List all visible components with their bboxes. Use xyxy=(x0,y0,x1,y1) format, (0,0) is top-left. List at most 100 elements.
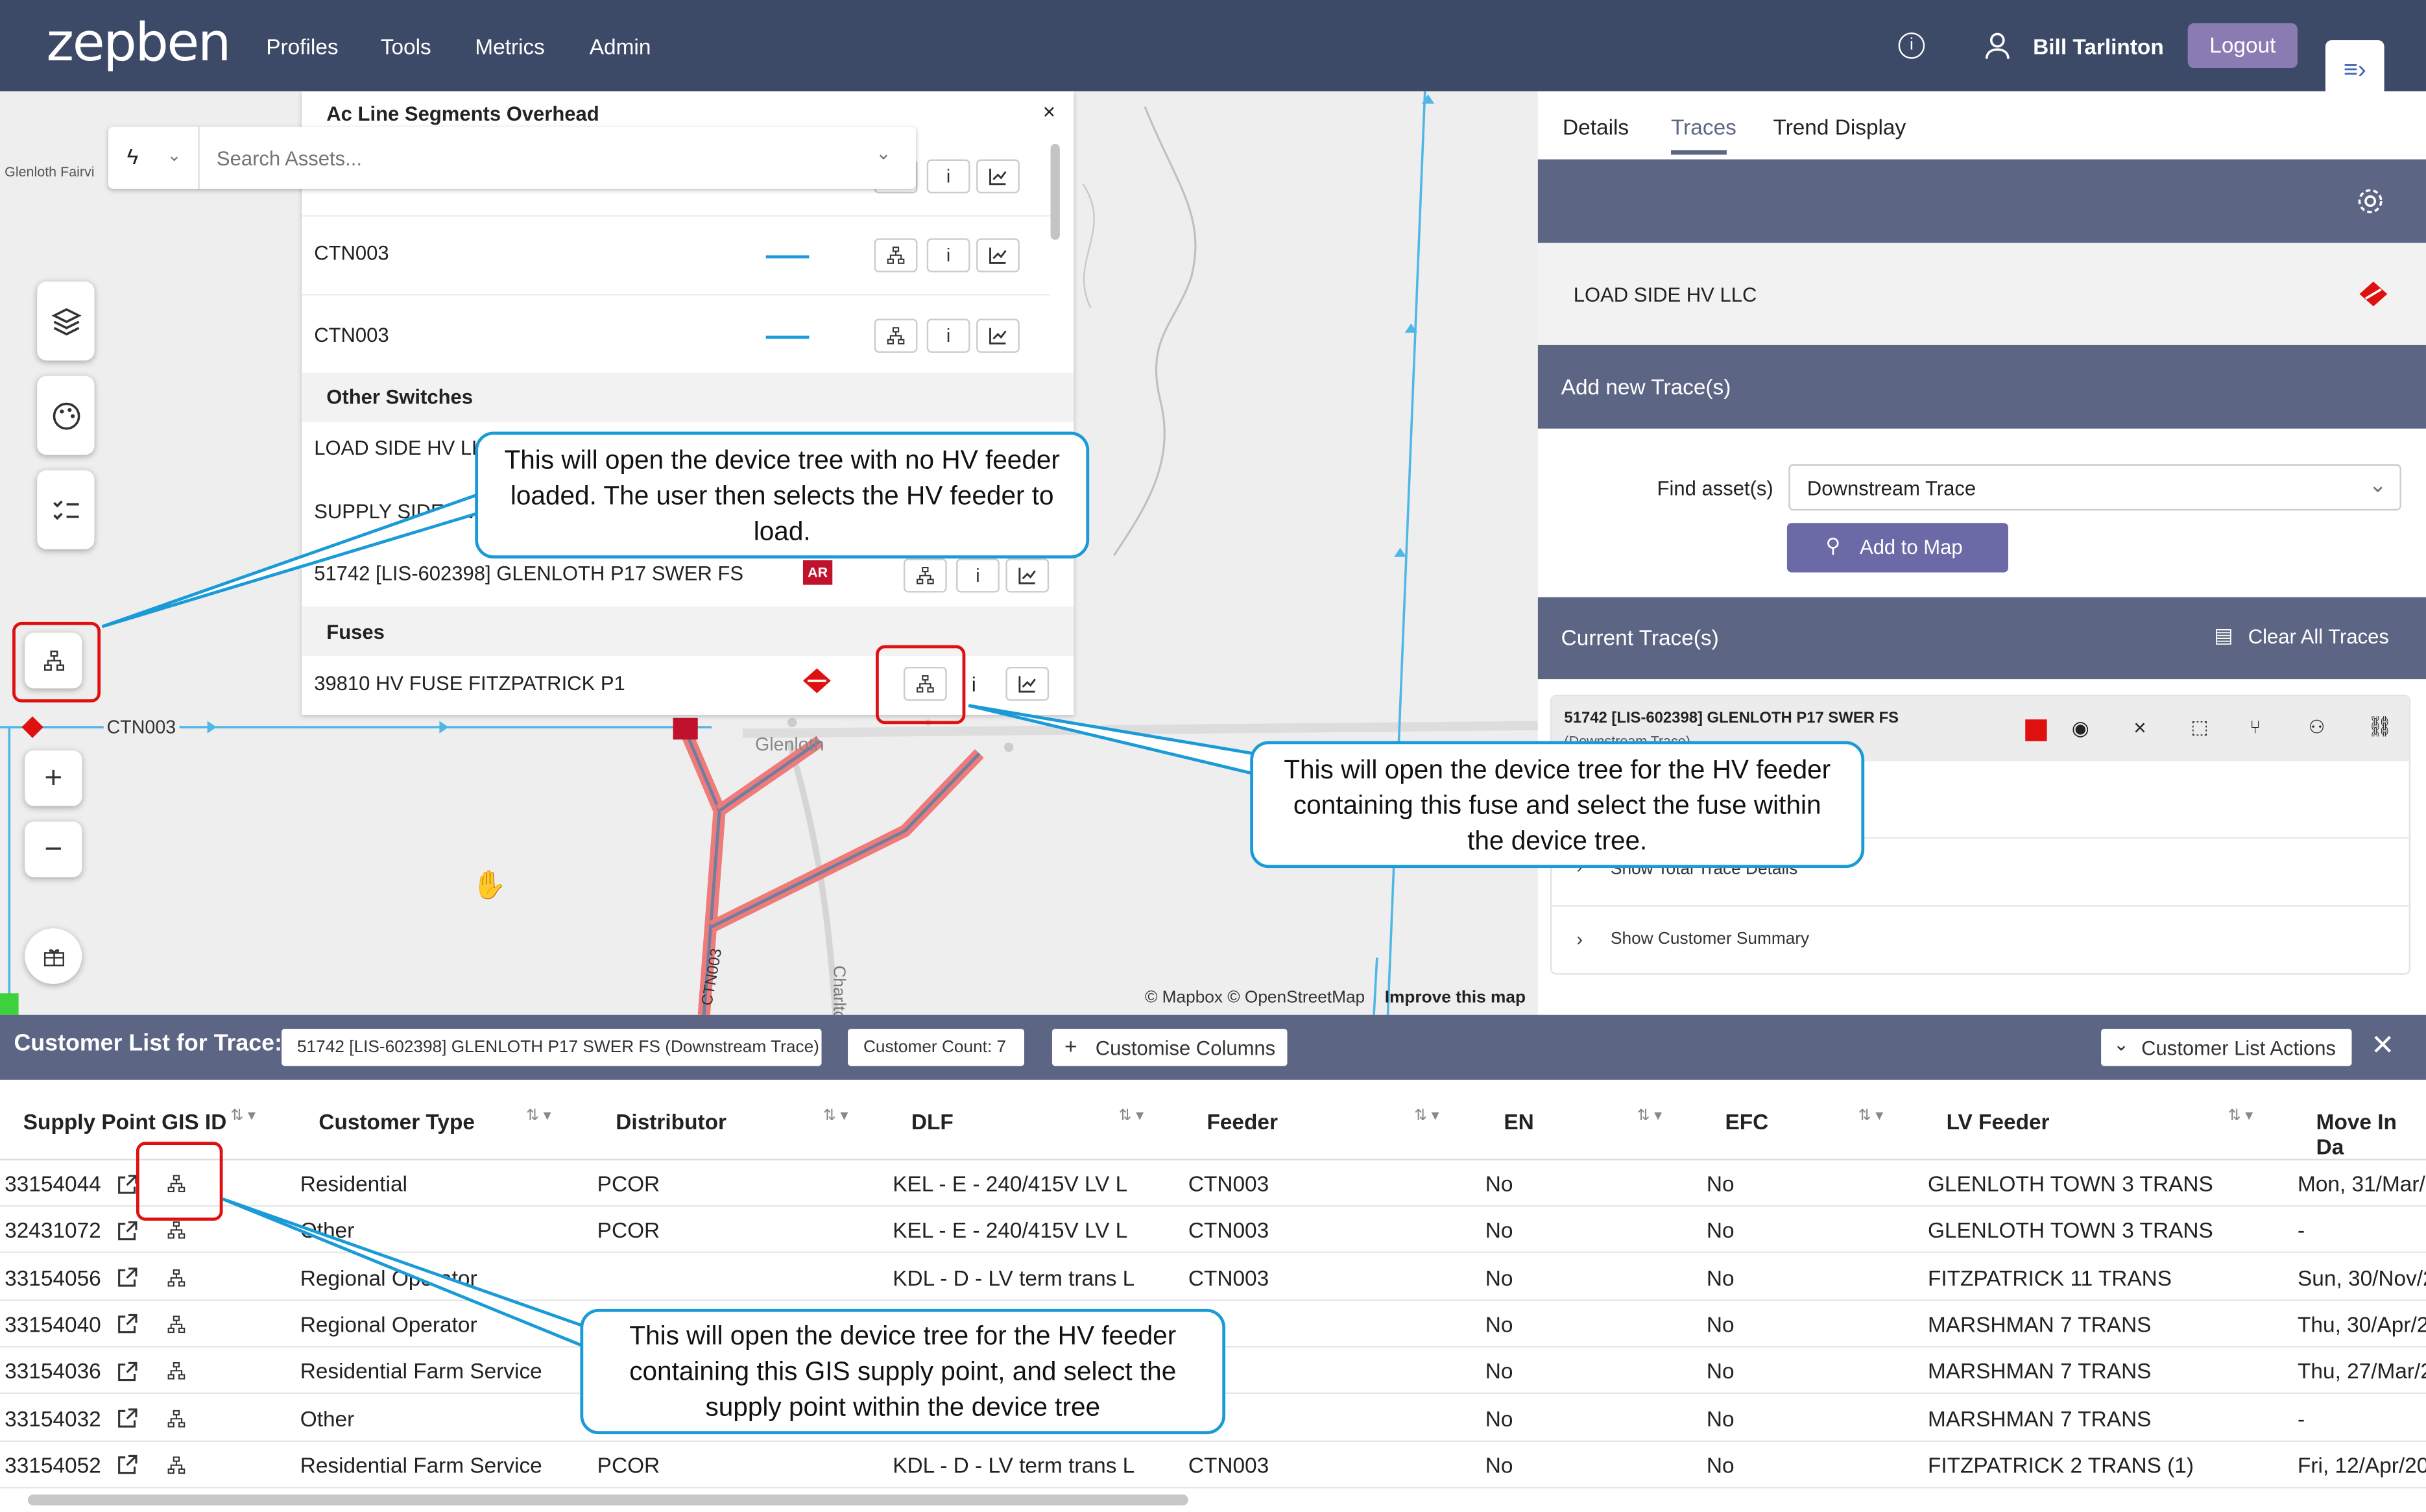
horizontal-scrollbar[interactable] xyxy=(27,1494,1188,1506)
info-button[interactable]: i xyxy=(956,558,1000,593)
nav-tools[interactable]: Tools xyxy=(381,34,431,58)
device-tree-icon[interactable] xyxy=(160,1402,193,1434)
search-chevron-icon[interactable]: ⌄ xyxy=(876,142,891,163)
asset-row-name[interactable]: CTN003 xyxy=(314,324,389,347)
col-distributor[interactable]: Distributor xyxy=(616,1109,727,1134)
col-dlf[interactable]: DLF xyxy=(911,1109,954,1134)
trace-selector[interactable]: 51742 [LIS-602398] GLENLOTH P17 SWER FS … xyxy=(282,1029,822,1066)
switch-row-name[interactable]: LOAD SIDE HV LLC xyxy=(314,437,498,460)
expand-chevron-icon[interactable]: › xyxy=(1577,928,1583,950)
zoom-in-button[interactable]: + xyxy=(25,750,82,806)
switch-row-name[interactable]: 51742 [LIS-602398] GLENLOTH P17 SWER FS xyxy=(314,562,743,585)
col-supply-point[interactable]: Supply Point GIS ID xyxy=(23,1109,227,1134)
panel-scrollbar[interactable] xyxy=(1050,143,1060,240)
checklist-icon[interactable] xyxy=(37,470,95,549)
customer-icon[interactable]: ⚇ xyxy=(2309,716,2325,738)
open-external-icon[interactable] xyxy=(110,1309,143,1340)
device-tree-icon[interactable] xyxy=(160,1356,193,1387)
info-icon[interactable]: i xyxy=(1898,32,1925,59)
info-button[interactable]: i xyxy=(972,673,976,697)
col-move-in[interactable]: Move In Da xyxy=(2316,1109,2426,1158)
switch-row-name[interactable]: SUPPLY SIDE HV xyxy=(314,499,477,523)
fuse-row-name[interactable]: 39810 HV FUSE FITZPATRICK P1 xyxy=(314,671,625,695)
sort-icon[interactable]: ⇅ ▾ xyxy=(1118,1108,1144,1125)
clear-icon[interactable]: ▤ xyxy=(2214,623,2233,648)
improve-map-link[interactable]: Improve this map xyxy=(1385,989,1526,1007)
device-tree-icon[interactable] xyxy=(874,238,918,272)
col-customer-type[interactable]: Customer Type xyxy=(318,1109,475,1134)
palette-icon[interactable] xyxy=(37,376,95,455)
sort-icon[interactable]: ⇅ ▾ xyxy=(1414,1108,1439,1125)
search-input[interactable] xyxy=(216,142,836,174)
sort-icon[interactable]: ⇅ ▾ xyxy=(823,1108,848,1125)
col-feeder[interactable]: Feeder xyxy=(1207,1109,1278,1134)
open-external-icon[interactable] xyxy=(110,1402,143,1434)
map-attribution[interactable]: © Mapbox © OpenStreetMap xyxy=(1145,989,1365,1007)
table-row[interactable]: 33154056 Regional Operator KDL - D - LV te… xyxy=(0,1254,2426,1301)
lightning-icon[interactable]: ϟ xyxy=(127,144,139,169)
tab-trend-display[interactable]: Trend Display xyxy=(1773,115,1906,139)
close-icon[interactable]: × xyxy=(2372,1024,2394,1068)
col-en[interactable]: EN xyxy=(1504,1109,1533,1134)
open-external-icon[interactable] xyxy=(110,1215,143,1246)
table-cell: FITZPATRICK 11 TRANS xyxy=(1927,1265,2172,1290)
sort-icon[interactable]: ⇅ ▾ xyxy=(526,1108,551,1125)
sort-icon[interactable]: ⇅ ▾ xyxy=(1858,1108,1884,1125)
show-customer-summary[interactable]: Show Customer Summary xyxy=(1611,930,1809,949)
gift-icon[interactable] xyxy=(25,928,82,984)
branch-icon[interactable]: ⑂ xyxy=(2250,716,2261,738)
nav-profiles[interactable]: Profiles xyxy=(266,34,338,58)
clear-all-traces-button[interactable]: Clear All Traces xyxy=(2248,625,2389,649)
zoom-out-button[interactable]: − xyxy=(25,821,82,878)
info-button[interactable]: i xyxy=(926,318,970,353)
chart-icon[interactable] xyxy=(1005,667,1050,701)
device-tree-icon[interactable] xyxy=(903,558,947,593)
eye-icon[interactable]: ◉ xyxy=(2072,716,2089,741)
table-cell: No xyxy=(1485,1452,1513,1478)
open-external-icon[interactable] xyxy=(110,1262,143,1293)
table-row[interactable]: 33154044 Residential PCOR KEL - E - 240/415… xyxy=(0,1160,2426,1207)
zepben-logo[interactable]: zepben xyxy=(47,12,232,74)
customise-columns-button[interactable]: + Customise Columns xyxy=(1051,1029,1288,1066)
table-row[interactable]: 33154052 Residential Farm Service PCOR KDL … xyxy=(0,1442,2426,1489)
table-row[interactable]: 32431072 Other PCOR KEL - E - 240/415V LV L… xyxy=(0,1207,2426,1254)
tab-details[interactable]: Details xyxy=(1563,115,1629,139)
nav-metrics[interactable]: Metrics xyxy=(475,34,545,58)
table-cell: Fri, 12/Apr/20 xyxy=(2298,1452,2426,1478)
zoom-to-icon[interactable]: ⬚ xyxy=(2191,716,2208,738)
device-tree-icon[interactable] xyxy=(160,1262,193,1293)
device-tree-icon[interactable] xyxy=(160,1449,193,1480)
logout-button[interactable]: Logout xyxy=(2187,23,2298,68)
gear-icon[interactable] xyxy=(2357,187,2384,215)
col-efc[interactable]: EFC xyxy=(1725,1109,1768,1134)
table-cell: No xyxy=(1706,1452,1735,1478)
sort-icon[interactable]: ⇅ ▾ xyxy=(2228,1108,2253,1125)
sort-icon[interactable]: ⇅ ▾ xyxy=(1637,1108,1663,1125)
customer-list-actions-button[interactable]: ⌄ Customer List Actions xyxy=(2101,1029,2352,1066)
asset-row-name[interactable]: CTN003 xyxy=(314,241,389,265)
link-icon[interactable]: ⛓ xyxy=(2367,715,2392,739)
chart-icon[interactable] xyxy=(976,318,1020,353)
chart-icon[interactable] xyxy=(1005,558,1050,593)
info-button[interactable]: i xyxy=(926,159,970,194)
trace-type-select[interactable]: Downstream Trace ⌄ xyxy=(1788,464,2401,511)
layers-icon[interactable] xyxy=(37,282,95,361)
open-external-icon[interactable] xyxy=(110,1449,143,1480)
table-cell: Thu, 30/Apr/2 xyxy=(2298,1312,2426,1337)
chart-icon[interactable] xyxy=(976,238,1020,272)
chart-icon[interactable] xyxy=(976,159,1020,194)
chevron-down-icon[interactable]: ⌄ xyxy=(167,145,182,166)
col-lv-feeder[interactable]: LV Feeder xyxy=(1947,1109,2050,1134)
highlight-device-tree-map xyxy=(12,621,101,702)
open-external-icon[interactable] xyxy=(110,1356,143,1387)
tab-traces[interactable]: Traces xyxy=(1671,115,1736,139)
info-button[interactable]: i xyxy=(926,238,970,272)
nav-admin[interactable]: Admin xyxy=(590,34,651,58)
device-tree-icon[interactable] xyxy=(160,1309,193,1340)
device-tree-icon[interactable] xyxy=(874,318,918,353)
trace-color-swatch[interactable] xyxy=(2025,719,2047,741)
remove-trace-icon[interactable]: × xyxy=(2133,715,2146,739)
sort-icon[interactable]: ⇅ ▾ xyxy=(230,1108,256,1125)
add-to-map-button[interactable]: ⚲ Add to Map xyxy=(1786,523,2008,573)
close-icon[interactable]: × xyxy=(1043,99,1056,124)
